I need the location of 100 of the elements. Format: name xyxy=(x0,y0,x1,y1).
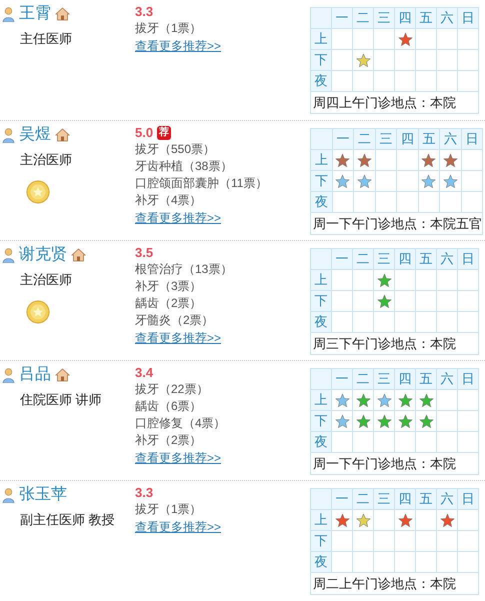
weekday-header: 日 xyxy=(458,248,478,270)
weekday-header: 二 xyxy=(354,128,375,150)
period-label: 夜 xyxy=(310,192,332,212)
medal-icon xyxy=(26,180,50,204)
period-label: 夜 xyxy=(310,312,332,332)
weekday-header: 四 xyxy=(396,128,418,150)
period-label: 下 xyxy=(310,530,332,552)
rating-score: 3.4 xyxy=(135,364,154,382)
weekday-header: 五 xyxy=(416,8,436,28)
treatment-vote: 牙齿种植（38票） xyxy=(135,158,234,175)
period-label: 下 xyxy=(310,50,332,70)
treatment-vote: 牙髓炎（2票） xyxy=(135,312,215,329)
period-label: 上 xyxy=(310,270,332,290)
treatment-vote: 龋齿（6票） xyxy=(135,398,203,415)
treatment-vote: 补牙（3票） xyxy=(135,278,203,295)
person-icon xyxy=(2,6,15,22)
doctor-title: 主治医师 xyxy=(19,151,73,169)
weekday-header: 一 xyxy=(332,368,352,390)
treatment-vote: 拔牙（22票） xyxy=(135,381,210,398)
treatment-vote: 根管治疗（13票） xyxy=(135,261,234,278)
weekday-header: 四 xyxy=(394,368,416,390)
period-label: 夜 xyxy=(310,552,332,572)
weekday-header: 四 xyxy=(394,8,416,28)
period-label: 下 xyxy=(310,290,332,312)
weekday-header: 六 xyxy=(436,248,458,270)
weekday-header: 六 xyxy=(436,368,458,390)
period-label: 上 xyxy=(310,510,332,530)
rating-score: 3.3 xyxy=(135,484,154,502)
home-icon[interactable] xyxy=(55,128,70,142)
weekday-header: 二 xyxy=(352,8,374,28)
period-label: 夜 xyxy=(310,70,332,92)
weekday-header: 日 xyxy=(458,488,478,510)
period-label: 上 xyxy=(310,150,332,170)
treatment-vote: 拔牙（1票） xyxy=(135,20,203,37)
weekday-header: 五 xyxy=(416,488,436,510)
weekday-header: 一 xyxy=(332,8,352,28)
more-recommendations-link[interactable]: 查看更多推荐>> xyxy=(135,520,222,534)
doctor-name-link[interactable]: 谢克贤 xyxy=(19,244,67,266)
weekday-header: 日 xyxy=(458,8,478,28)
treatment-vote: 拔牙（1票） xyxy=(135,501,203,518)
weekday-header: 五 xyxy=(416,368,436,390)
treatment-vote: 口腔修复（4票） xyxy=(135,415,227,432)
person-icon xyxy=(2,248,15,262)
treatment-vote: 龋齿（2票） xyxy=(135,295,203,312)
weekday-header: 三 xyxy=(374,488,394,510)
weekday-header: 五 xyxy=(418,128,440,150)
weekday-header: 三 xyxy=(375,128,396,150)
treatment-vote: 拔牙（550票） xyxy=(135,141,216,158)
clinic-location: 周二上午门诊地点：本院 xyxy=(313,576,456,591)
period-label: 夜 xyxy=(310,432,332,452)
weekday-header: 六 xyxy=(436,8,458,28)
more-recommendations-link[interactable]: 查看更多推荐>> xyxy=(135,211,222,225)
weekday-header: 三 xyxy=(374,368,394,390)
doctor-name-link[interactable]: 张玉苹 xyxy=(19,484,67,506)
weekday-header: 三 xyxy=(374,8,394,28)
clinic-location: 周一下午门诊地点：本院 xyxy=(313,456,456,471)
rating-score: 5.0 xyxy=(135,124,154,142)
weekday-header: 四 xyxy=(394,488,416,510)
person-icon xyxy=(2,488,15,502)
clinic-location: 周四上午门诊地点：本院 xyxy=(313,94,456,110)
weekday-header: 日 xyxy=(458,368,478,390)
weekday-header: 日 xyxy=(461,128,482,150)
weekday-header: 二 xyxy=(352,368,374,390)
doctor-title: 住院医师 讲师 xyxy=(19,391,103,409)
treatment-vote: 补牙（4票） xyxy=(135,192,203,209)
person-icon xyxy=(2,368,15,382)
weekday-header: 一 xyxy=(332,128,354,150)
rating-score: 3.3 xyxy=(135,3,154,22)
treatment-vote: 补牙（2票） xyxy=(135,432,203,449)
home-icon[interactable] xyxy=(55,7,70,21)
treatment-vote: 口腔颌面部囊肿（11票） xyxy=(135,175,268,192)
home-icon[interactable] xyxy=(55,368,70,382)
weekday-header: 三 xyxy=(374,248,394,270)
home-icon[interactable] xyxy=(71,248,86,262)
doctor-title: 主治医师 xyxy=(19,271,73,289)
weekday-header: 二 xyxy=(352,248,374,270)
weekday-header: 六 xyxy=(436,488,458,510)
weekday-header: 五 xyxy=(416,248,436,270)
rating-score: 3.5 xyxy=(135,244,154,262)
recommend-tag: 荐 xyxy=(157,126,172,140)
doctor-name-link[interactable]: 吕品 xyxy=(19,364,51,386)
more-recommendations-link[interactable]: 查看更多推荐>> xyxy=(135,39,222,53)
period-label: 上 xyxy=(310,390,332,410)
weekday-header: 二 xyxy=(352,488,374,510)
medal-icon xyxy=(26,300,50,324)
clinic-location: 周一下午门诊地点：本院五官 xyxy=(313,216,482,231)
weekday-header: 四 xyxy=(394,248,416,270)
more-recommendations-link[interactable]: 查看更多推荐>> xyxy=(135,451,222,465)
doctor-title: 主任医师 xyxy=(19,30,73,48)
doctor-name-link[interactable]: 吴煜 xyxy=(19,124,51,146)
person-icon xyxy=(2,128,15,142)
clinic-location: 周三下午门诊地点：本院 xyxy=(313,336,456,351)
period-label: 下 xyxy=(310,410,332,432)
period-label: 下 xyxy=(310,170,332,192)
doctor-title: 副主任医师 教授 xyxy=(19,511,116,529)
weekday-header: 一 xyxy=(332,488,352,510)
doctor-name-link[interactable]: 王霄 xyxy=(19,3,51,25)
weekday-header: 六 xyxy=(440,128,461,150)
weekday-header: 一 xyxy=(332,248,352,270)
more-recommendations-link[interactable]: 查看更多推荐>> xyxy=(135,331,222,345)
